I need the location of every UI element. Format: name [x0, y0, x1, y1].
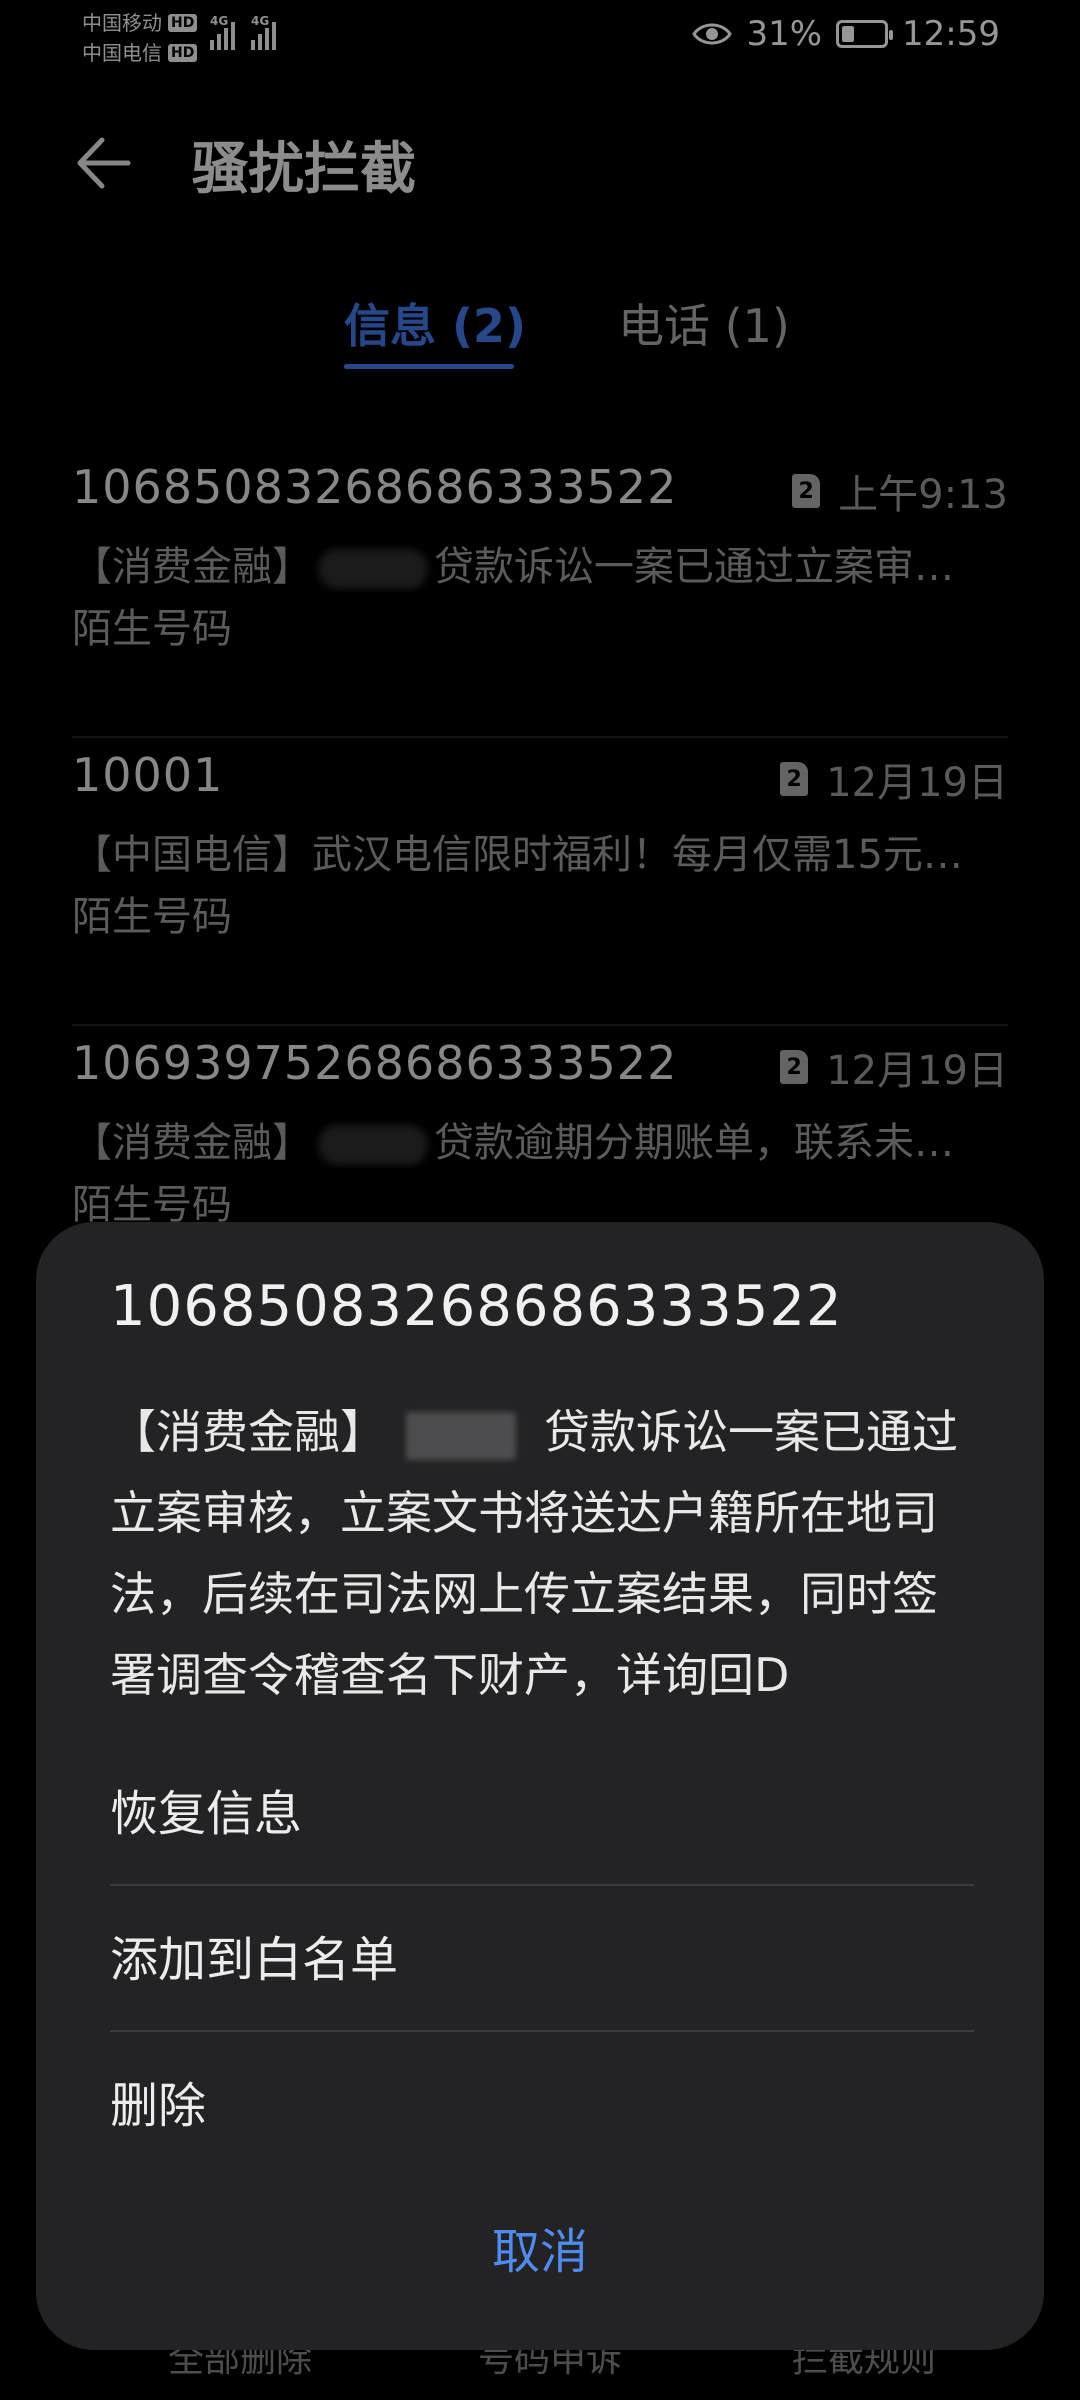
- message-detail-sheet: 10685083268686333522 【消费金融】 贷款诉讼一案已通过立案审核…: [36, 1222, 1044, 2350]
- sheet-actions: 恢复信息 添加到白名单 删除: [110, 1740, 974, 2178]
- delete-label: 删除: [110, 2078, 207, 2134]
- sheet-body-prefix: 【消费金融】: [110, 1405, 386, 1459]
- restore-message-label: 恢复信息: [110, 1786, 303, 1842]
- add-to-whitelist-button[interactable]: 添加到白名单: [110, 1886, 974, 2032]
- cancel-button[interactable]: 取消: [36, 2212, 1044, 2282]
- redacted-blur: [406, 1411, 516, 1460]
- sheet-message-body: 【消费金融】 贷款诉讼一案已通过立案审核，立案文书将送达户籍所在地司法，后续在司法…: [110, 1392, 980, 1716]
- delete-button[interactable]: 删除: [110, 2032, 974, 2178]
- restore-message-button[interactable]: 恢复信息: [110, 1740, 974, 1886]
- add-to-whitelist-label: 添加到白名单: [110, 1932, 399, 1988]
- sheet-sender-number: 10685083268686333522: [110, 1274, 843, 1339]
